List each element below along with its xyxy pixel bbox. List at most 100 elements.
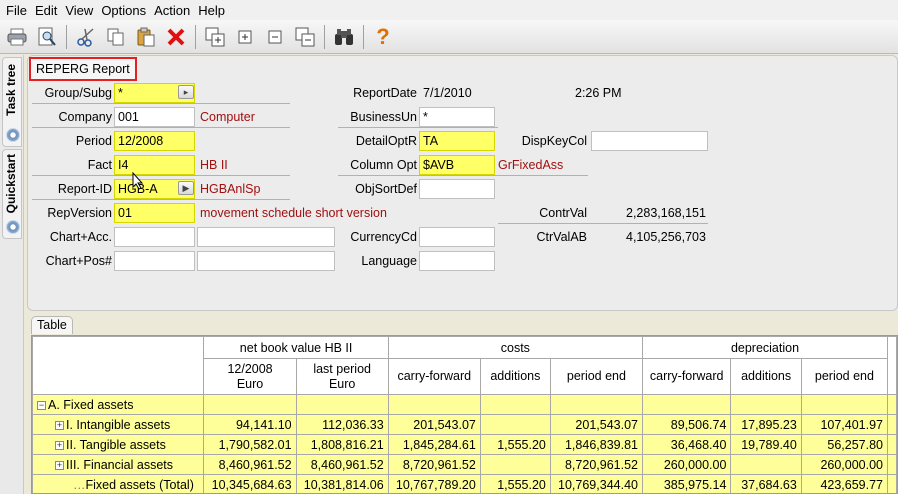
language-field[interactable] <box>419 251 495 271</box>
tab-task-tree[interactable]: Task tree <box>2 57 22 147</box>
expand-node-icon[interactable]: + <box>55 420 64 430</box>
table-row[interactable]: + II. Tangible assets 1,790,582.01 1,808,81… <box>32 434 897 455</box>
table-cell: 10,767,789.20 <box>387 474 481 493</box>
row-label-cell: + III. Financial assets <box>32 454 205 475</box>
col-dep-additions-header[interactable]: additions <box>730 358 802 395</box>
chart-acc-field[interactable] <box>114 227 195 247</box>
chart-pos-field[interactable] <box>114 251 195 271</box>
table-cell: 10,769,344.40 <box>549 474 643 493</box>
delete-icon[interactable] <box>163 24 189 50</box>
report-form-panel: REPERG Report Group/Subg * ▸ Company 001… <box>27 55 898 311</box>
expand-icon[interactable] <box>232 24 258 50</box>
report-date-label: ReportDate <box>353 86 417 100</box>
toolbar: ? <box>0 20 898 54</box>
header-corner <box>32 336 205 395</box>
menu-file[interactable]: File <box>2 3 31 18</box>
table-cell: 1,808,816.21 <box>295 434 389 455</box>
business-un-field[interactable]: * <box>419 107 495 127</box>
menu-action[interactable]: Action <box>150 3 194 18</box>
header-filler <box>887 336 897 395</box>
col-dep-period-end-header[interactable]: period end <box>800 358 889 395</box>
row-label: II. Tangible assets <box>66 437 166 452</box>
table-cell: 37,684.63 <box>730 474 802 493</box>
row-underline <box>32 127 290 128</box>
report-id-dropdown-icon[interactable]: ▶ <box>178 181 194 195</box>
chart-acc-label: Chart+Acc. <box>49 230 112 244</box>
col-nbv-last-header[interactable]: last period Euro <box>295 358 389 395</box>
col-costs-additions-header[interactable]: additions <box>479 358 551 395</box>
contr-val-value: 2,283,168,151 <box>626 206 706 220</box>
table-cell-filler <box>887 454 897 475</box>
report-date-value: 7/1/2010 <box>423 86 472 100</box>
report-id-desc: HGBAnlSp <box>200 182 261 196</box>
menu-view[interactable]: View <box>61 3 97 18</box>
row-underline <box>32 175 290 176</box>
binoculars-icon[interactable] <box>331 24 357 50</box>
table-row[interactable]: …Fixed assets (Total) 10,345,684.63 10,381… <box>32 474 897 493</box>
disp-key-col-label: DispKeyCol <box>521 134 587 148</box>
column-opt-label: Column Opt <box>350 158 417 172</box>
currency-cd-field[interactable] <box>419 227 495 247</box>
menu-bar: File Edit View Options Action Help <box>0 0 898 20</box>
print-preview-icon[interactable] <box>34 24 60 50</box>
col-dep-carry-forward-header[interactable]: carry-forward <box>641 358 732 395</box>
row-underline <box>498 223 708 224</box>
col-nbv-current-header[interactable]: 12/2008 Euro <box>203 358 297 395</box>
collapse-node-icon[interactable]: − <box>37 400 46 410</box>
table-cell: 36,468.40 <box>641 434 732 455</box>
row-underline <box>32 199 290 200</box>
rep-version-field[interactable]: 01 <box>114 203 195 223</box>
tab-quickstart[interactable]: Quickstart <box>2 149 22 239</box>
detail-opt-field[interactable]: TA <box>419 131 495 151</box>
company-label: Company <box>58 110 113 124</box>
menu-options[interactable]: Options <box>97 3 150 18</box>
table-row[interactable]: − A. Fixed assets <box>32 394 897 415</box>
contr-val-label: ContrVal <box>539 206 587 220</box>
print-icon[interactable] <box>4 24 30 50</box>
obj-sort-def-field[interactable] <box>419 179 495 199</box>
table-cell-filler <box>887 394 897 415</box>
table-row[interactable]: + III. Financial assets 8,460,961.52 8,460,… <box>32 454 897 475</box>
report-table: net book value HB II costs depreciation … <box>31 335 898 494</box>
table-cell: 107,401.97 <box>800 414 889 435</box>
group-subg-dropdown-icon[interactable]: ▸ <box>178 85 194 99</box>
copy-icon[interactable] <box>103 24 129 50</box>
disp-key-col-field[interactable] <box>591 131 708 151</box>
fact-field[interactable]: I4 <box>114 155 195 175</box>
table-cell: 8,460,961.52 <box>203 454 297 475</box>
detail-opt-label: DetailOptR <box>355 134 417 148</box>
language-label: Language <box>361 254 417 268</box>
group-header-net-book-value: net book value HB II <box>203 336 389 359</box>
chart-acc-field-2[interactable] <box>197 227 335 247</box>
menu-help[interactable]: Help <box>194 3 229 18</box>
company-field[interactable]: 001 <box>114 107 195 127</box>
col-costs-carry-forward-header[interactable]: carry-forward <box>387 358 481 395</box>
table-cell: 260,000.00 <box>641 454 732 475</box>
table-cell <box>549 394 643 415</box>
table-cell: 19,789.40 <box>730 434 802 455</box>
chart-pos-field-2[interactable] <box>197 251 335 271</box>
row-underline <box>338 127 498 128</box>
col-costs-period-end-header[interactable]: period end <box>549 358 643 395</box>
panel-title: REPERG Report <box>29 57 137 81</box>
column-opt-field[interactable]: $AVB <box>419 155 495 175</box>
expand-node-icon[interactable]: + <box>55 440 64 450</box>
chart-pos-label: Chart+Pos# <box>45 254 112 268</box>
cut-icon[interactable] <box>73 24 99 50</box>
expand-node-icon[interactable]: + <box>55 460 64 470</box>
row-label-cell: + II. Tangible assets <box>32 434 205 455</box>
group-header-depreciation: depreciation <box>641 336 889 359</box>
ctr-val-ab-label: CtrValAB <box>536 230 587 244</box>
paste-icon[interactable] <box>133 24 159 50</box>
period-field[interactable]: 12/2008 <box>114 131 195 151</box>
help-icon[interactable]: ? <box>370 24 396 50</box>
collapse-all-icon[interactable] <box>292 24 318 50</box>
group-header-costs: costs <box>387 336 643 359</box>
expand-all-icon[interactable] <box>202 24 228 50</box>
toolbar-separator <box>66 24 67 49</box>
table-cell: 10,345,684.63 <box>203 474 297 493</box>
menu-edit[interactable]: Edit <box>31 3 61 18</box>
table-row[interactable]: + I. Intangible assets 94,141.10 112,036.33… <box>32 414 897 435</box>
tab-table[interactable]: Table <box>31 316 73 334</box>
collapse-icon[interactable] <box>262 24 288 50</box>
